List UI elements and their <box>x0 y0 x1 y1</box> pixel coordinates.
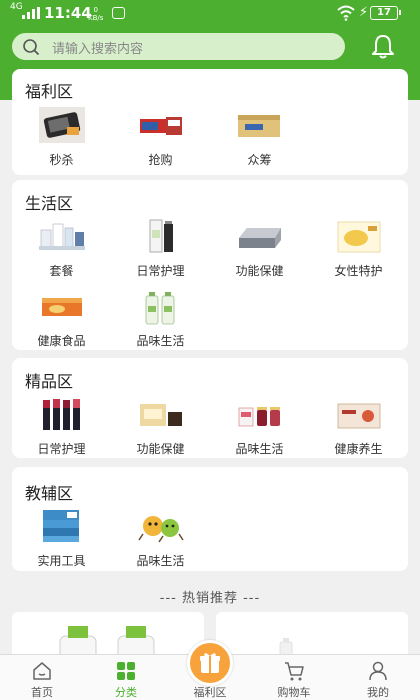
life-item-health-function[interactable]: 功能保健 <box>210 216 309 296</box>
tab-label: 我的 <box>367 686 389 699</box>
premium-item-wellness[interactable]: 健康养生 <box>309 394 408 474</box>
tutor-item-taste-life[interactable]: 品味生活 <box>111 506 210 586</box>
premium-item-daily-care[interactable]: 日常护理 <box>12 394 111 474</box>
life-item-label: 健康食品 <box>37 334 86 348</box>
life-item-daily-care[interactable]: 日常护理 <box>111 216 210 296</box>
premium-item-label: 健康养生 <box>334 442 383 456</box>
battery-level: 17 <box>370 6 401 20</box>
tab-label: 福利区 <box>193 686 227 699</box>
wifi-icon <box>337 5 355 21</box>
combo-set-image <box>39 223 85 250</box>
tutor-title: 教辅区 <box>25 484 74 503</box>
tab-mine[interactable]: 我的 <box>336 655 420 700</box>
skincare-bottle-image <box>149 219 173 253</box>
jar-set-image <box>238 407 280 427</box>
health-box-image <box>140 404 182 426</box>
sanitary-pad-image <box>337 221 381 253</box>
notification-icon <box>112 7 125 19</box>
welfare-item-crowdfund[interactable]: 众筹 <box>210 105 309 185</box>
cart-icon <box>285 662 304 681</box>
life-item-taste-life[interactable]: 品味生活 <box>111 286 210 366</box>
life-item-combo[interactable]: 套餐 <box>12 216 111 296</box>
box-product-image <box>140 117 182 135</box>
gift-icon <box>200 653 220 673</box>
life-item-label: 功能保健 <box>235 264 284 278</box>
bottles-image <box>145 292 175 325</box>
tab-welfare-center-button[interactable] <box>187 640 233 686</box>
life-item-female-care[interactable]: 女性特护 <box>309 216 408 296</box>
lipstick-image <box>43 399 80 430</box>
cartoon-fruit-image <box>138 516 184 543</box>
welfare-item-label: 秒杀 <box>49 153 74 167</box>
premium-item-label: 日常护理 <box>37 442 86 456</box>
home-icon <box>33 662 51 680</box>
books-image <box>43 510 79 542</box>
signal-type: 4G <box>10 2 23 12</box>
bell-icon[interactable] <box>369 33 397 61</box>
welfare-item-seckill[interactable]: 秒杀 <box>12 105 111 185</box>
life-section: 生活区 套餐 日常护理 功能保健 女性特护 健康食品 品味生活 <box>12 180 408 350</box>
search-placeholder: 请输入搜索内容 <box>52 42 144 57</box>
tab-cart[interactable]: 购物车 <box>252 655 336 700</box>
tutor-item-label: 品味生活 <box>136 554 185 568</box>
gift-box-image <box>337 403 381 429</box>
life-item-label: 女性特护 <box>334 264 383 278</box>
welfare-title: 福利区 <box>25 82 74 101</box>
premium-item-taste-life[interactable]: 品味生活 <box>210 394 309 474</box>
tutor-section: 教辅区 实用工具 品味生活 <box>12 467 408 571</box>
food-box-image <box>42 298 82 316</box>
welfare-section: 福利区 秒杀 抢购 众筹 <box>12 69 408 175</box>
welfare-item-label: 抢购 <box>148 153 173 167</box>
welfare-item-label: 众筹 <box>247 153 272 167</box>
life-item-label: 品味生活 <box>136 334 185 348</box>
tab-label: 首页 <box>31 686 53 699</box>
search-bar[interactable]: 请输入搜索内容 <box>12 33 345 60</box>
hot-recommend-title: --- 热销推荐 --- <box>159 591 261 606</box>
status-bar: 4G 11:44 0 KB/s ⚡ 17 <box>0 0 420 26</box>
tab-category[interactable]: 分类 <box>84 655 168 700</box>
welfare-item-rush[interactable]: 抢购 <box>111 105 210 185</box>
life-title: 生活区 <box>25 194 74 213</box>
charging-icon: ⚡ <box>359 5 369 20</box>
tab-label: 购物车 <box>277 686 311 699</box>
network-speed-value: 0 <box>93 6 98 14</box>
tab-home[interactable]: 首页 <box>0 655 84 700</box>
tab-label: 分类 <box>115 686 137 699</box>
signal-icon <box>22 7 40 19</box>
user-icon <box>369 661 387 681</box>
network-speed: 0 KB/s <box>88 6 103 22</box>
search-icon <box>23 39 40 56</box>
package-product-image <box>238 115 280 137</box>
premium-title: 精品区 <box>25 372 74 391</box>
life-item-health-food[interactable]: 健康食品 <box>12 286 111 366</box>
mattress-image <box>239 228 281 248</box>
category-icon <box>117 662 135 680</box>
premium-item-label: 品味生活 <box>235 442 284 456</box>
premium-section: 精品区 日常护理 功能保健 品味生活 健康养生 <box>12 358 408 458</box>
premium-item-health-function[interactable]: 功能保健 <box>111 394 210 474</box>
premium-item-label: 功能保健 <box>136 442 185 456</box>
life-item-label: 套餐 <box>49 264 74 278</box>
phone-product-image <box>39 107 85 143</box>
status-time: 11:44 <box>44 4 92 22</box>
life-item-label: 日常护理 <box>136 264 185 278</box>
tutor-item-tools[interactable]: 实用工具 <box>12 506 111 586</box>
network-speed-unit: KB/s <box>88 14 104 22</box>
tutor-item-label: 实用工具 <box>37 554 86 568</box>
